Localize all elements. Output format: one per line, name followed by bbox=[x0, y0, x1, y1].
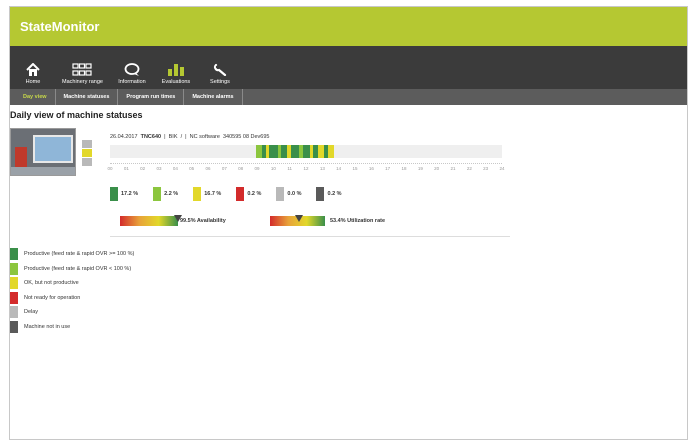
home-icon bbox=[26, 63, 40, 76]
status-legend: Productive (feed rate & rapid OVR >= 100… bbox=[10, 248, 134, 335]
nav-settings[interactable]: Settings bbox=[205, 63, 235, 85]
timeline-hour-tick: 06 bbox=[205, 166, 211, 171]
separator: | bbox=[164, 134, 166, 140]
tab-day-view[interactable]: Day view bbox=[15, 89, 56, 105]
legend-item: Not ready for operation bbox=[10, 291, 134, 304]
timeline-hour-tick: 17 bbox=[385, 166, 391, 171]
grid-icon bbox=[72, 63, 93, 76]
separator: | bbox=[185, 134, 187, 140]
nav-machinery-range-label: Machinery range bbox=[62, 79, 103, 85]
status-timeline bbox=[110, 145, 502, 158]
tab-machine-alarms[interactable]: Machine alarms bbox=[184, 89, 243, 105]
legend-item: Machine not in use bbox=[10, 320, 134, 333]
timeline-hour-tick: 16 bbox=[368, 166, 374, 171]
divider bbox=[110, 236, 510, 237]
pct-productive-full: 17.2 % bbox=[110, 187, 138, 201]
pct-not-ready: 0.2 % bbox=[236, 187, 261, 201]
machine-control: TNC640 bbox=[140, 134, 162, 140]
software-label: NC software bbox=[189, 134, 220, 140]
sub-nav: Day view Machine statuses Program run ti… bbox=[10, 89, 687, 105]
timeline-hour-tick: 15 bbox=[352, 166, 358, 171]
speech-bubble-icon bbox=[124, 63, 140, 76]
timeline-hour-tick: 02 bbox=[140, 166, 146, 171]
timeline-hour-tick: 05 bbox=[189, 166, 195, 171]
tab-program-run-times[interactable]: Program run times bbox=[118, 89, 185, 105]
machine-date: 26.04.2017 bbox=[110, 134, 138, 140]
legend-item: Delay bbox=[10, 306, 134, 318]
wrench-icon bbox=[213, 63, 227, 76]
bar-chart-icon bbox=[167, 64, 184, 76]
app-title: StateMonitor bbox=[20, 19, 100, 34]
timeline-hour-tick: 23 bbox=[483, 166, 489, 171]
nav-settings-label: Settings bbox=[210, 79, 230, 85]
timeline-hour-tick: 01 bbox=[123, 166, 129, 171]
availability-label: 99.5% Availability bbox=[180, 218, 226, 224]
nav-home-label: Home bbox=[25, 79, 41, 85]
timeline-hour-tick: 04 bbox=[172, 166, 178, 171]
timeline-hour-tick: 07 bbox=[221, 166, 227, 171]
utilization-gauge bbox=[270, 215, 325, 226]
utilization-label: 53.4% Utilization rate bbox=[330, 218, 386, 224]
utilization-marker bbox=[295, 215, 304, 222]
timeline-hour-tick: 03 bbox=[156, 166, 162, 171]
timeline-hour-tick: 14 bbox=[336, 166, 342, 171]
separator: / bbox=[180, 134, 183, 140]
timeline-hour-tick: 09 bbox=[254, 166, 260, 171]
timeline-hour-tick: 19 bbox=[417, 166, 423, 171]
tab-machine-statuses[interactable]: Machine statuses bbox=[56, 89, 119, 105]
nav-information[interactable]: Information bbox=[117, 63, 147, 85]
timeline-hour-tick: 00 bbox=[107, 166, 113, 171]
timeline-grid bbox=[110, 160, 502, 164]
pct-productive-reduced: 2.2 % bbox=[153, 187, 178, 201]
timeline-hour-tick: 24 bbox=[499, 166, 505, 171]
pct-delay: 0.0 % bbox=[276, 187, 301, 201]
machine-info: 26.04.2017 TNC640 | BIK / | NC software … bbox=[110, 134, 269, 140]
timeline-hour-tick: 13 bbox=[319, 166, 325, 171]
title-bar: StateMonitor bbox=[10, 7, 687, 46]
machine-status-indicator bbox=[82, 140, 92, 167]
timeline-hour-tick: 08 bbox=[238, 166, 244, 171]
timeline-hour-tick: 18 bbox=[401, 166, 407, 171]
legend-item: OK, but not productive bbox=[10, 277, 134, 289]
nav-machinery-range[interactable]: Machinery range bbox=[62, 63, 103, 85]
machine-photo[interactable] bbox=[10, 128, 76, 176]
timeline-hour-tick: 11 bbox=[287, 166, 292, 171]
timeline-hours: 00 01 02 03 04 05 06 07 08 09 10 11 12 13 14 15 16 17 18 19… bbox=[107, 166, 505, 174]
nav-evaluations[interactable]: Evaluations bbox=[161, 63, 191, 85]
timeline-hour-tick: 21 bbox=[450, 166, 456, 171]
availability-gauge bbox=[120, 215, 182, 226]
status-percentages: 17.2 % 2.2 % 16.7 % 0.2 % 0.0 % 0.2 % bbox=[110, 187, 357, 201]
timeline-hour-tick: 20 bbox=[434, 166, 440, 171]
software-version: 340595 08 Dev695 bbox=[223, 134, 270, 140]
machine-code: BIK bbox=[168, 134, 178, 140]
pct-not-in-use: 0.2 % bbox=[316, 187, 342, 201]
nav-home[interactable]: Home bbox=[18, 63, 48, 85]
main-nav: Home Machinery range Information Evaluat… bbox=[10, 46, 687, 89]
nav-evaluations-label: Evaluations bbox=[161, 79, 191, 85]
pct-ok-not-productive: 16.7 % bbox=[193, 187, 221, 201]
page-title: Daily view of machine statuses bbox=[10, 110, 143, 120]
timeline-hour-tick: 22 bbox=[466, 166, 472, 171]
timeline-hour-tick: 10 bbox=[270, 166, 276, 171]
nav-information-label: Information bbox=[118, 79, 146, 85]
timeline-hour-tick: 12 bbox=[303, 166, 309, 171]
legend-item: Productive (feed rate & rapid OVR < 100 … bbox=[10, 262, 134, 275]
legend-item: Productive (feed rate & rapid OVR >= 100… bbox=[10, 248, 134, 260]
